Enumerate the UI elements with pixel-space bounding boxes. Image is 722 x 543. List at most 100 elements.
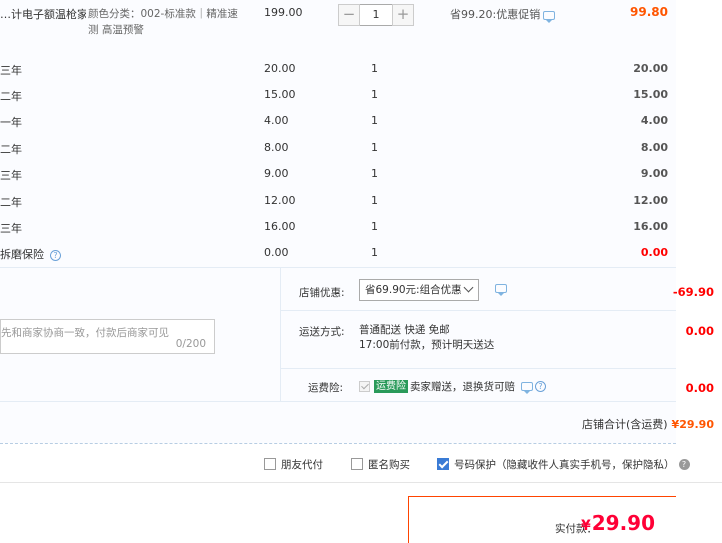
item-unit-price: 199.00 bbox=[264, 6, 303, 19]
insurance-text: 卖家赠送，退换货可赔 bbox=[410, 381, 515, 393]
shipping-label: 运送方式: bbox=[299, 326, 345, 338]
anonymous-label: 匿名购买 bbox=[368, 458, 410, 471]
section-divider bbox=[0, 267, 676, 268]
service-name: 三年 bbox=[0, 64, 22, 77]
message-placeholder: 先和商家协商一致，付款后商家可见 bbox=[1, 327, 169, 339]
item-total: 99.80 bbox=[630, 5, 668, 19]
service-row: 拆磨保险? 0.00 1 0.00 bbox=[0, 241, 676, 267]
service-qty: 1 bbox=[371, 194, 378, 207]
service-qty: 1 bbox=[371, 167, 378, 180]
service-qty: 1 bbox=[371, 114, 378, 127]
column-divider bbox=[280, 267, 281, 401]
service-row: 三年 20.00 1 20.00 bbox=[0, 57, 676, 83]
payment-amount-value: 29.90 bbox=[591, 511, 656, 535]
currency-symbol: ¥ bbox=[581, 518, 591, 534]
number-protect-option[interactable]: 号码保护（隐藏收件人真实手机号，保护隐私） ? bbox=[437, 456, 690, 472]
service-qty: 1 bbox=[371, 141, 378, 154]
anonymous-checkbox[interactable] bbox=[351, 458, 363, 470]
section-divider bbox=[0, 401, 676, 402]
chat-icon[interactable] bbox=[495, 284, 507, 296]
service-qty: 1 bbox=[371, 220, 378, 233]
service-price: 16.00 bbox=[264, 220, 296, 233]
insurance-fee: 0.00 bbox=[685, 381, 714, 395]
service-price: 4.00 bbox=[264, 114, 289, 127]
service-total: 8.00 bbox=[640, 141, 668, 154]
service-name: 一年 bbox=[0, 116, 22, 129]
message-input[interactable]: 先和商家协商一致，付款后商家可见 0/200 bbox=[0, 319, 215, 354]
service-price: 0.00 bbox=[264, 246, 289, 259]
help-icon[interactable]: ? bbox=[678, 458, 690, 470]
section-divider bbox=[280, 310, 676, 311]
promo-info: 省99.20:优惠促销 bbox=[450, 6, 556, 23]
friend-pay-checkbox[interactable] bbox=[264, 458, 276, 470]
store-discount-value: 省69.90元:组合优惠 bbox=[365, 284, 462, 296]
payment-summary: 实付款： ¥29.90 bbox=[408, 496, 676, 543]
service-qty: 1 bbox=[371, 62, 378, 75]
shipping-fee: 0.00 bbox=[685, 324, 714, 338]
chevron-down-icon bbox=[463, 282, 474, 293]
qty-plus-button[interactable]: + bbox=[392, 4, 414, 26]
service-row: 二年 15.00 1 15.00 bbox=[0, 83, 676, 109]
service-name-text: 拆磨保险 bbox=[0, 248, 44, 261]
number-protect-label: 号码保护（隐藏收件人真实手机号，保护隐私） bbox=[454, 458, 675, 471]
shipping-eta: 17:00前付款，预计明天送达 bbox=[359, 339, 495, 351]
qty-input[interactable]: 1 bbox=[360, 4, 392, 26]
store-total: 店铺合计(含运费) ¥29.90 bbox=[582, 416, 714, 432]
service-row: 二年 12.00 1 12.00 bbox=[0, 189, 676, 215]
service-total: 20.00 bbox=[633, 62, 668, 75]
qty-minus-button[interactable]: − bbox=[338, 4, 360, 26]
service-total: 12.00 bbox=[633, 194, 668, 207]
service-row: 三年 9.00 1 9.00 bbox=[0, 162, 676, 188]
service-total: 0.00 bbox=[640, 246, 668, 259]
service-total: 16.00 bbox=[633, 220, 668, 233]
service-name: 三年 bbox=[0, 222, 22, 235]
item-sku: 颜色分类：002-标准款｜精准速测 高温预警 bbox=[88, 8, 238, 36]
store-total-label: 店铺合计(含运费) bbox=[581, 418, 668, 431]
store-discount-amount: -69.90 bbox=[672, 285, 714, 299]
number-protect-checkbox[interactable] bbox=[437, 458, 449, 470]
item-name[interactable]: …计电子额温枪家用… bbox=[0, 6, 86, 22]
shipping-method: 普通配送 快递 免邮 bbox=[359, 324, 450, 336]
service-row: 一年 4.00 1 4.00 bbox=[0, 109, 676, 135]
store-discount-select[interactable]: 省69.90元:组合优惠 bbox=[359, 279, 479, 301]
service-total: 9.00 bbox=[640, 167, 668, 180]
service-row: 三年 16.00 1 16.00 bbox=[0, 215, 676, 241]
service-name: 二年 bbox=[0, 90, 22, 103]
store-total-amount: ¥29.90 bbox=[671, 418, 714, 431]
service-name: 三年 bbox=[0, 169, 22, 182]
service-price: 12.00 bbox=[264, 194, 296, 207]
service-name: 二年 bbox=[0, 143, 22, 156]
section-divider bbox=[0, 482, 722, 483]
payment-amount: ¥29.90 bbox=[581, 511, 655, 535]
main-item-row: …计电子额温枪家用… 颜色分类：002-标准款｜精准速测 高温预警 199.00… bbox=[0, 0, 676, 44]
section-divider bbox=[280, 368, 676, 369]
insurance-label: 运费险: bbox=[308, 382, 344, 394]
service-price: 15.00 bbox=[264, 88, 296, 101]
service-qty: 1 bbox=[371, 246, 378, 259]
anonymous-option[interactable]: 匿名购买 bbox=[351, 456, 410, 472]
chat-icon[interactable] bbox=[521, 382, 533, 394]
store-discount-label: 店铺优惠: bbox=[299, 287, 345, 299]
service-name: 拆磨保险? bbox=[0, 246, 61, 262]
promo-text: 省99.20:优惠促销 bbox=[450, 8, 541, 21]
insurance-option: 运费险 卖家赠送，退换货可赔 ? bbox=[359, 379, 546, 394]
service-total: 4.00 bbox=[640, 114, 668, 127]
order-divider bbox=[0, 443, 676, 444]
insurance-checkbox[interactable] bbox=[359, 381, 370, 392]
help-icon[interactable]: ? bbox=[50, 249, 61, 261]
friend-pay-option[interactable]: 朋友代付 bbox=[264, 456, 323, 472]
friend-pay-label: 朋友代付 bbox=[281, 458, 323, 471]
shipping-info: 普通配送 快递 免邮 17:00前付款，预计明天送达 bbox=[359, 323, 494, 353]
service-row: 二年 8.00 1 8.00 bbox=[0, 136, 676, 162]
service-price: 20.00 bbox=[264, 62, 296, 75]
quantity-stepper: − 1 + bbox=[338, 4, 414, 26]
chat-icon[interactable] bbox=[543, 10, 556, 23]
service-name: 二年 bbox=[0, 196, 22, 209]
insurance-badge: 运费险 bbox=[374, 380, 408, 393]
help-icon[interactable]: ? bbox=[535, 381, 546, 392]
service-price: 8.00 bbox=[264, 141, 289, 154]
service-qty: 1 bbox=[371, 88, 378, 101]
service-price: 9.00 bbox=[264, 167, 289, 180]
message-char-count: 0/200 bbox=[175, 338, 206, 350]
service-total: 15.00 bbox=[633, 88, 668, 101]
